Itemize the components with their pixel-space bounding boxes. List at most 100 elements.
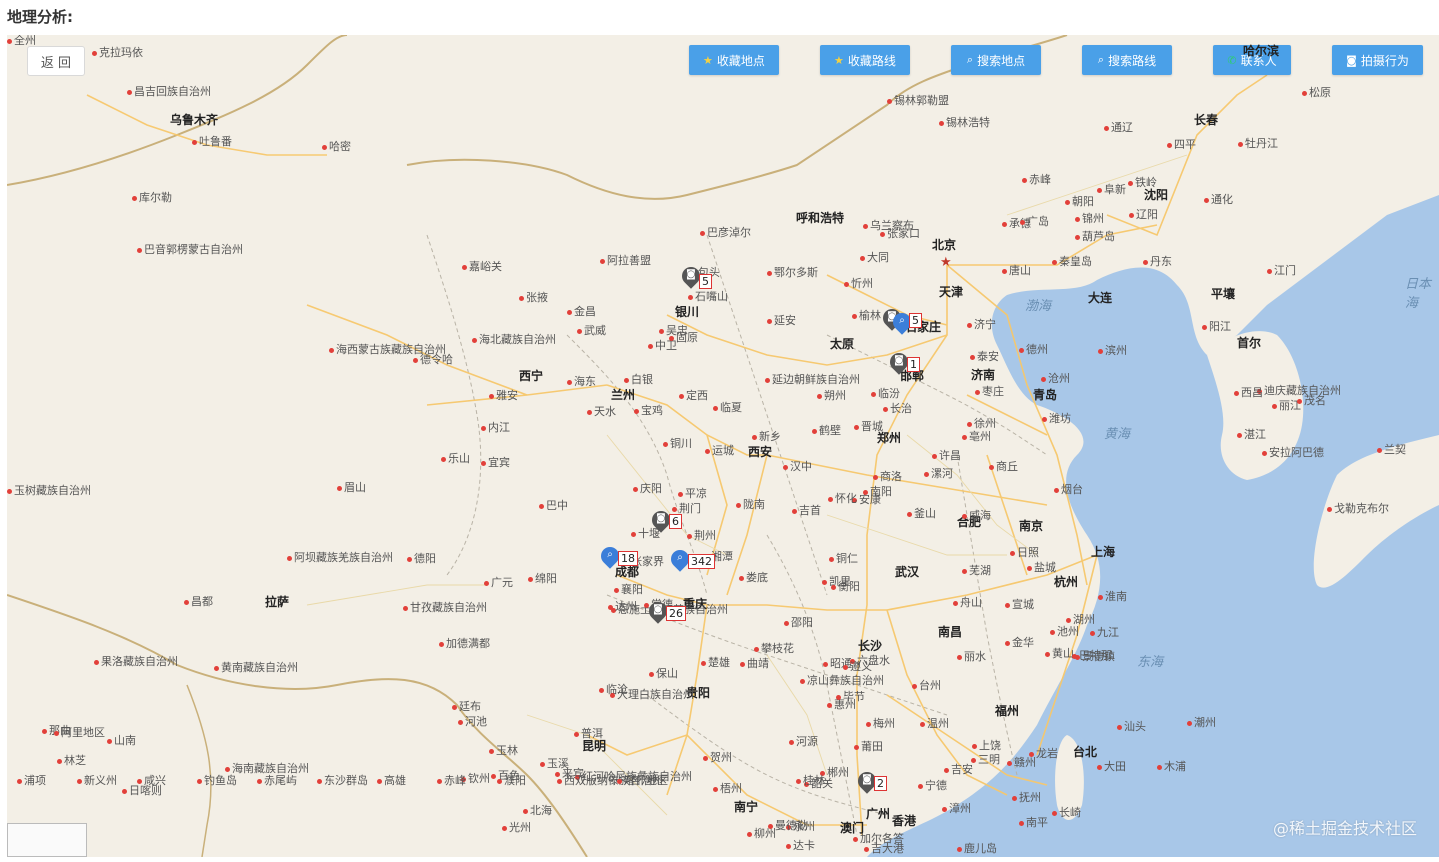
city-dot-icon bbox=[1020, 219, 1025, 225]
city-dot-icon bbox=[863, 489, 868, 495]
search-marker[interactable]: ⌕ bbox=[667, 546, 693, 574]
shooting-behavior-button[interactable]: ◙ 拍摄行为 bbox=[1332, 45, 1423, 75]
city-dot-icon bbox=[688, 294, 693, 300]
city-dot-icon bbox=[767, 270, 772, 276]
city-dot-icon bbox=[137, 778, 142, 784]
city-label: 秦皇岛 bbox=[1052, 256, 1092, 268]
city-dot-icon bbox=[192, 139, 197, 145]
city-dot-icon bbox=[122, 788, 127, 794]
city-dot-icon bbox=[634, 408, 639, 414]
city-label: 大田 bbox=[1097, 761, 1126, 773]
city-label: 海北藏族自治州 bbox=[472, 334, 556, 346]
city-label: 海东 bbox=[567, 376, 596, 388]
city-label: 乌鲁木齐 bbox=[170, 113, 219, 127]
city-dot-icon bbox=[132, 195, 137, 201]
city-label: 新义州 bbox=[77, 775, 117, 787]
city-label: 铁岭 bbox=[1128, 177, 1157, 189]
city-dot-icon bbox=[1027, 565, 1032, 571]
city-label: 南阳 bbox=[863, 486, 892, 498]
city-label: 榆林 bbox=[852, 310, 881, 322]
city-label: 玉溪 bbox=[540, 758, 569, 770]
camera-icon: ◙ bbox=[1346, 53, 1357, 67]
city-dot-icon bbox=[975, 389, 980, 395]
city-dot-icon bbox=[864, 846, 869, 852]
city-label: 衡阳 bbox=[831, 581, 860, 593]
city-dot-icon bbox=[852, 313, 857, 319]
city-label: 昌吉回族自治州 bbox=[127, 86, 211, 98]
city-dot-icon bbox=[989, 464, 994, 470]
city-dot-icon bbox=[687, 533, 692, 539]
city-label: 南京 bbox=[1019, 519, 1044, 533]
city-label: 武汉 bbox=[895, 565, 920, 579]
city-dot-icon bbox=[617, 778, 622, 784]
city-dot-icon bbox=[633, 486, 638, 492]
city-label: 广元 bbox=[484, 577, 513, 589]
city-label: 兰州 bbox=[611, 388, 636, 402]
city-label: 釜山 bbox=[907, 508, 936, 520]
city-label: 青岛 bbox=[1033, 388, 1058, 402]
favorite-places-button[interactable]: ★ 收藏地点 bbox=[689, 45, 779, 75]
city-dot-icon bbox=[1272, 403, 1277, 409]
camera-marker[interactable]: ◙ bbox=[678, 263, 704, 291]
city-dot-icon bbox=[377, 778, 382, 784]
camera-marker[interactable]: ◙ bbox=[648, 507, 674, 535]
city-dot-icon bbox=[784, 620, 789, 626]
city-label: 保山 bbox=[649, 668, 678, 680]
search-routes-button[interactable]: ⌕ 搜索路线 bbox=[1082, 45, 1172, 75]
city-label: 徐州 bbox=[967, 418, 996, 430]
city-label: 长沙 bbox=[858, 639, 883, 653]
city-dot-icon bbox=[624, 377, 629, 383]
city-label: 宝鸡 bbox=[634, 405, 663, 417]
city-label: 邵阳 bbox=[784, 617, 813, 629]
city-label: 钓鱼岛 bbox=[197, 775, 237, 787]
city-dot-icon bbox=[944, 767, 949, 773]
city-dot-icon bbox=[1042, 416, 1047, 422]
city-label: 吐鲁番 bbox=[192, 136, 232, 148]
search-marker[interactable]: ⌕ bbox=[597, 543, 623, 571]
city-dot-icon bbox=[403, 605, 408, 611]
city-label: 忻州 bbox=[844, 278, 873, 290]
city-label: 安拉阿巴德 bbox=[1262, 447, 1324, 459]
camera-marker[interactable]: ◙ bbox=[645, 598, 671, 626]
city-dot-icon bbox=[659, 328, 664, 334]
city-dot-icon bbox=[873, 474, 878, 480]
city-label: 巴中 bbox=[539, 500, 568, 512]
city-label: 通辽 bbox=[1104, 122, 1133, 134]
city-dot-icon bbox=[920, 721, 925, 727]
city-dot-icon bbox=[831, 584, 836, 590]
city-dot-icon bbox=[481, 460, 486, 466]
city-label: 铜仁 bbox=[829, 553, 858, 565]
city-dot-icon bbox=[705, 448, 710, 454]
back-button[interactable]: 返 回 bbox=[27, 46, 85, 76]
city-label: 梅州 bbox=[866, 718, 895, 730]
city-dot-icon bbox=[489, 748, 494, 754]
city-dot-icon bbox=[1234, 390, 1239, 396]
city-dot-icon bbox=[1143, 259, 1148, 265]
city-label: 朔州 bbox=[817, 390, 846, 402]
city-label: 贺州 bbox=[703, 752, 732, 764]
favorite-routes-button[interactable]: ★ 收藏路线 bbox=[820, 45, 910, 75]
city-dot-icon bbox=[1054, 487, 1059, 493]
city-dot-icon bbox=[1007, 760, 1012, 766]
city-label: 河源 bbox=[789, 736, 818, 748]
city-dot-icon bbox=[883, 406, 888, 412]
search-places-button[interactable]: ⌕ 搜索地点 bbox=[951, 45, 1041, 75]
favorite-routes-label: 收藏路线 bbox=[847, 53, 896, 68]
city-label: 大连 bbox=[1088, 291, 1113, 305]
camera-icon: ◙ bbox=[862, 774, 872, 785]
city-label: 上饶 bbox=[972, 740, 1001, 752]
map-view[interactable]: 返 回 ★ 收藏地点 ★ 收藏路线 ⌕ 搜索地点 ⌕ 搜索路线 ✆ 联系人 ◙ … bbox=[7, 35, 1439, 857]
city-dot-icon bbox=[970, 354, 975, 360]
city-dot-icon bbox=[829, 556, 834, 562]
city-label: 吉首 bbox=[792, 505, 821, 517]
search-icon: ⌕ bbox=[607, 549, 613, 560]
city-dot-icon bbox=[962, 568, 967, 574]
city-dot-icon bbox=[918, 783, 923, 789]
city-dot-icon bbox=[663, 441, 668, 447]
city-label: 盐城 bbox=[1027, 562, 1056, 574]
camera-marker[interactable]: ◙ bbox=[886, 349, 912, 377]
city-dot-icon bbox=[739, 575, 744, 581]
city-label: 眉山 bbox=[337, 482, 366, 494]
city-label: 昆明 bbox=[582, 739, 607, 753]
city-dot-icon bbox=[1187, 720, 1192, 726]
